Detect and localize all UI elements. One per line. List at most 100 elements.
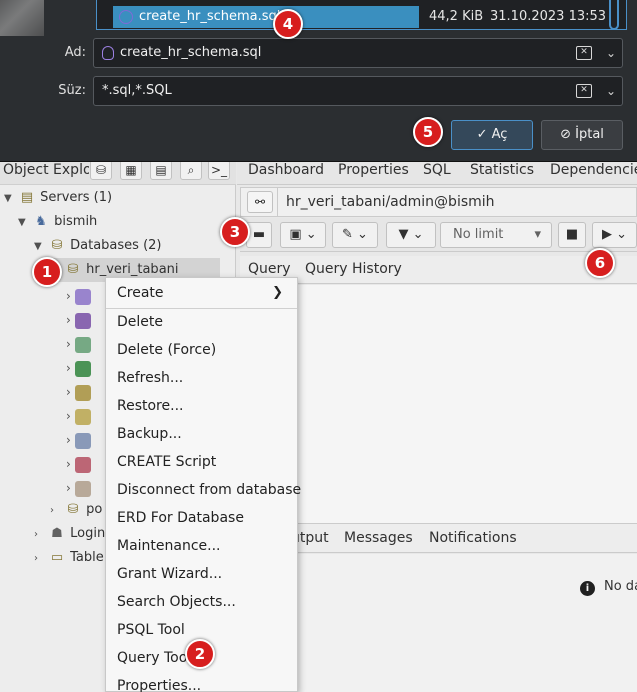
execute-icon[interactable]: ▶ ⌄ — [592, 222, 637, 248]
subscriptions-icon — [74, 480, 91, 497]
tree-server[interactable]: ▼ ♞ bismih — [18, 210, 97, 234]
sql-file-icon — [119, 10, 133, 24]
file-row-selected[interactable]: create_hr_schema.sql 44,2 KiB 31.10.2023… — [113, 6, 621, 28]
step-marker-2: 2 — [185, 639, 215, 669]
filter-icon[interactable]: ▼ ⌄ — [386, 222, 436, 248]
tree-sub-foreign-data[interactable]: › — [66, 380, 96, 404]
menu-item-delete[interactable]: Delete — [106, 308, 297, 336]
dropdown-arrow-icon: ▾ — [534, 227, 541, 242]
casts-icon — [74, 288, 91, 305]
catalogs-icon — [74, 312, 91, 329]
output-area: i No da — [240, 554, 637, 692]
chevron-right-icon: › — [34, 553, 38, 564]
menu-item-erd[interactable]: ERD For Database — [106, 504, 297, 532]
open-file-icon[interactable]: ▬ — [246, 222, 272, 248]
tree-databases-label: Databases (2) — [70, 238, 162, 253]
chevron-down-icon[interactable]: ⌄ — [606, 42, 616, 64]
filter-value: *.sql,*.SQL — [102, 83, 172, 98]
table-icon[interactable]: ▦ — [120, 160, 142, 180]
cancel-button[interactable]: ⊘ İptal — [541, 120, 623, 150]
tree-sub-schemas[interactable]: › — [66, 452, 96, 476]
elephant-icon: ♞ — [35, 214, 47, 229]
connection-plug-icon[interactable]: ⚯ — [247, 191, 273, 213]
connection-label[interactable]: hr_veri_tabani/admin@bismih — [286, 188, 495, 216]
chevron-down-icon: ▼ — [4, 193, 12, 204]
folder-icon: ▭ — [50, 550, 64, 565]
filter-field[interactable]: *.sql,*.SQL ✕ ⌄ — [93, 76, 623, 106]
file-name-field[interactable]: create_hr_schema.sql ✕ ⌄ — [93, 38, 623, 68]
tree-sub-languages[interactable]: › — [66, 404, 96, 428]
terminal-icon[interactable]: >_ — [208, 160, 230, 180]
servers-icon: ▤ — [20, 190, 34, 205]
tree-other-db[interactable]: › ⛁ po — [50, 498, 102, 522]
menu-item-restore[interactable]: Restore... — [106, 392, 297, 420]
menu-item-refresh[interactable]: Refresh... — [106, 364, 297, 392]
clear-icon[interactable]: ✕ — [576, 46, 592, 60]
output-tabs: Output Messages Notifications — [240, 523, 637, 553]
check-icon: ✓ — [476, 127, 488, 142]
menu-item-maintenance[interactable]: Maintenance... — [106, 532, 297, 560]
open-button-label: Aç — [491, 127, 508, 142]
schemas-icon — [74, 456, 91, 473]
chevron-right-icon: › — [66, 481, 71, 495]
divider — [277, 188, 278, 216]
limit-select[interactable]: No limit ▾ — [440, 222, 552, 248]
tree-sub-subscriptions[interactable]: › — [66, 476, 96, 500]
extensions-icon — [74, 360, 91, 377]
tab-notifications[interactable]: Notifications — [429, 524, 517, 554]
tab-messages[interactable]: Messages — [344, 524, 413, 554]
tree-other-db-label: po — [86, 502, 103, 517]
menu-item-grant-wizard[interactable]: Grant Wizard... — [106, 560, 297, 588]
publications-icon — [74, 432, 91, 449]
chevron-right-icon: › — [66, 337, 71, 351]
menu-item-disconnect[interactable]: Disconnect from database — [106, 476, 301, 504]
tree-database-label: hr_veri_tabani — [86, 262, 179, 277]
chevron-right-icon: › — [66, 313, 71, 327]
tree-tablespaces[interactable]: › ▭ Table — [34, 546, 104, 570]
event-triggers-icon — [74, 336, 91, 353]
tree-servers[interactable]: ▼ ▤ Servers (1) — [4, 186, 112, 210]
info-icon: i — [580, 581, 595, 596]
file-date: 31.10.2023 13:53 — [490, 9, 607, 24]
tree-servers-label: Servers (1) — [40, 190, 113, 205]
chevron-right-icon: › — [66, 457, 71, 471]
scrollbar[interactable] — [609, 0, 619, 30]
tree-login-label: Login — [70, 526, 106, 541]
no-data-text: No da — [604, 579, 637, 594]
cancel-button-label: İptal — [575, 127, 604, 142]
tree-sub-publications[interactable]: › — [66, 428, 96, 452]
tree-databases[interactable]: ▼ ⛁ Databases (2) — [34, 234, 162, 258]
roles-icon: ☗ — [51, 526, 63, 541]
clear-icon[interactable]: ✕ — [576, 84, 592, 98]
filter-table-icon[interactable]: ▤ — [150, 160, 172, 180]
chevron-right-icon: › — [66, 409, 71, 423]
chevron-right-icon: › — [66, 361, 71, 375]
tree-server-label: bismih — [54, 214, 98, 229]
menu-item-create[interactable]: Create ❯ — [106, 279, 297, 307]
menu-item-search-objects[interactable]: Search Objects... — [106, 588, 297, 616]
databases-icon: ⛁ — [51, 238, 63, 253]
step-marker-3: 3 — [220, 217, 250, 247]
database-icon[interactable]: ⛁ — [90, 160, 112, 180]
search-icon[interactable]: ⌕ — [180, 160, 202, 180]
chevron-down-icon: ▼ — [18, 217, 26, 228]
edit-icon[interactable]: ✎ ⌄ — [332, 222, 378, 248]
tree-sub-event-triggers[interactable]: › — [66, 332, 96, 356]
tree-sub-casts[interactable]: › — [66, 284, 96, 308]
open-button[interactable]: ✓ Aç — [451, 120, 533, 150]
tree-sub-extensions[interactable]: › — [66, 356, 96, 380]
menu-item-properties[interactable]: Properties... — [106, 672, 297, 692]
tab-query-history[interactable]: Query History — [305, 256, 402, 284]
tree-sub-catalogs[interactable]: › — [66, 308, 96, 332]
step-marker-6: 6 — [585, 248, 615, 278]
chevron-down-icon[interactable]: ⌄ — [606, 80, 616, 102]
menu-item-delete-force[interactable]: Delete (Force) — [106, 336, 297, 364]
filter-label: Süz: — [58, 83, 86, 98]
stop-icon[interactable]: ■ — [558, 222, 586, 248]
menu-item-create-script[interactable]: CREATE Script — [106, 448, 297, 476]
save-file-icon[interactable]: ▣ ⌄ — [280, 222, 326, 248]
tree-login-roles[interactable]: › ☗ Login — [34, 522, 105, 546]
step-marker-5: 5 — [413, 117, 443, 147]
file-list[interactable]: create_hr_schema.sql 44,2 KiB 31.10.2023… — [96, 0, 627, 30]
menu-item-backup[interactable]: Backup... — [106, 420, 297, 448]
